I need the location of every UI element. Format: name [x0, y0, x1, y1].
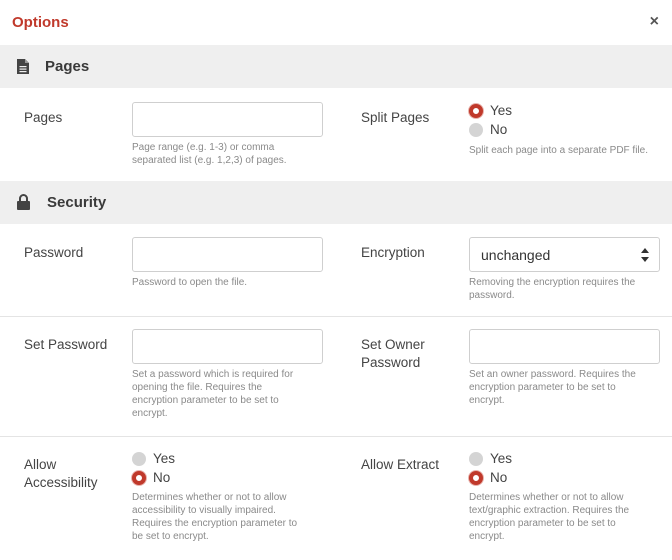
label-line: Allow — [24, 457, 57, 472]
label-line: Accessibility — [24, 475, 98, 490]
radio-unselected-icon — [132, 452, 146, 466]
split-pages-help: Split each page into a separate PDF file… — [469, 144, 648, 157]
allow-extract-yes-radio[interactable]: Yes — [469, 451, 512, 467]
help-line: opening the file. Requires the — [132, 382, 263, 393]
help-line: Set an owner password. Requires the — [469, 369, 636, 380]
help-line: Determines whether or not to allow — [132, 492, 287, 503]
password-input[interactable] — [132, 237, 323, 272]
radio-label: Yes — [153, 451, 176, 466]
help-line: encryption parameter to be set to — [132, 395, 279, 406]
allow-accessibility-help: Determines whether or not to allow acces… — [132, 491, 297, 543]
select-arrows-icon — [641, 248, 649, 262]
radio-label: No — [490, 122, 508, 137]
pages-input[interactable] — [132, 102, 323, 137]
help-line: Password to open the file. — [132, 277, 248, 288]
allow-extract-label: Allow Extract — [361, 457, 440, 472]
encryption-help: Removing the encryption requires the pas… — [469, 276, 635, 302]
help-line: accessibility to visually impaired. — [132, 505, 276, 516]
row-divider — [0, 316, 672, 317]
split-pages-no-radio[interactable]: No — [469, 122, 507, 138]
help-line: Removing the encryption requires the — [469, 277, 636, 288]
section-title: Security — [47, 194, 107, 211]
encryption-select[interactable]: unchanged — [469, 237, 660, 272]
help-line: encrypt. — [469, 531, 505, 542]
set-password-label: Set Password — [24, 337, 108, 352]
allow-accessibility-label: Allow Accessibility — [24, 456, 98, 492]
help-line: password. — [469, 290, 515, 301]
set-owner-password-label: Set Owner Password — [361, 336, 425, 372]
pages-help: Page range (e.g. 1-3) or comma separated… — [132, 141, 287, 167]
radio-label: No — [490, 470, 508, 485]
help-line: encryption parameter to be set to — [469, 518, 616, 529]
help-line: Split each page into a separate PDF file… — [469, 145, 648, 156]
help-line: be set to encrypt. — [132, 531, 209, 542]
pages-label: Pages — [24, 110, 63, 125]
allow-extract-help: Determines whether or not to allow text/… — [469, 491, 629, 543]
radio-selected-icon — [469, 471, 483, 485]
set-owner-password-input[interactable] — [469, 329, 660, 364]
allow-accessibility-yes-radio[interactable]: Yes — [132, 451, 175, 467]
label-line: Password — [361, 355, 421, 370]
set-password-help: Set a password which is required for ope… — [132, 368, 293, 420]
set-password-input[interactable] — [132, 329, 323, 364]
close-icon[interactable]: × — [650, 13, 659, 31]
allow-extract-no-radio[interactable]: No — [469, 470, 507, 486]
encryption-label: Encryption — [361, 245, 425, 260]
lock-icon — [17, 194, 30, 210]
set-owner-password-help: Set an owner password. Requires the encr… — [469, 368, 636, 407]
split-pages-yes-radio[interactable]: Yes — [469, 103, 512, 119]
help-line: Set a password which is required for — [132, 369, 294, 380]
security-section-header: Security — [0, 181, 672, 224]
radio-label: No — [153, 470, 171, 485]
help-line: text/graphic extraction. Requires the — [469, 505, 630, 516]
allow-accessibility-no-radio[interactable]: No — [132, 470, 170, 486]
help-line: separated list (e.g. 1,2,3) of pages. — [132, 155, 287, 166]
password-label: Password — [24, 245, 84, 260]
help-line: Requires the encryption parameter to — [132, 518, 298, 529]
row-divider — [0, 436, 672, 437]
pages-section-header: Pages — [0, 45, 672, 88]
help-line: encryption parameter to be set to — [469, 382, 616, 393]
help-line: encrypt. — [132, 408, 168, 419]
file-icon — [17, 59, 29, 74]
radio-unselected-icon — [469, 452, 483, 466]
radio-label: Yes — [490, 103, 513, 118]
dialog-header: Options × — [0, 0, 672, 45]
label-line: Set Owner — [361, 337, 425, 352]
help-line: Determines whether or not to allow — [469, 492, 624, 503]
radio-unselected-icon — [469, 123, 483, 137]
radio-selected-icon — [132, 471, 146, 485]
section-title: Pages — [45, 58, 90, 75]
split-pages-label: Split Pages — [361, 110, 430, 125]
select-value: unchanged — [481, 247, 551, 263]
password-help: Password to open the file. — [132, 276, 247, 289]
help-line: encrypt. — [469, 395, 505, 406]
radio-selected-icon — [469, 104, 483, 118]
help-line: Page range (e.g. 1-3) or comma — [132, 142, 275, 153]
radio-label: Yes — [490, 451, 513, 466]
dialog-title: Options — [12, 14, 69, 31]
